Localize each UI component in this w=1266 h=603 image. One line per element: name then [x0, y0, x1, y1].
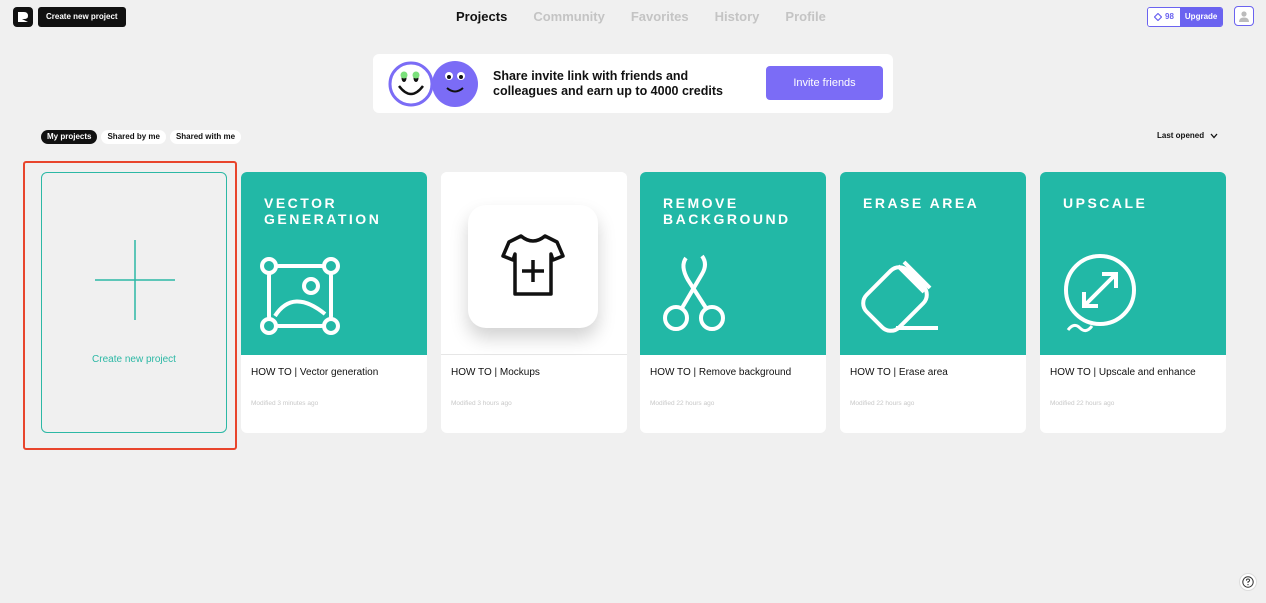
scissors-icon [663, 254, 725, 331]
avatar[interactable] [1234, 6, 1254, 26]
project-modified: Modified 22 hours ago [850, 400, 915, 407]
thumbnail-title: REMOVE BACKGROUND [663, 195, 791, 227]
main-nav: Projects Community Favorites History Pro… [456, 8, 826, 26]
diamond-icon [1154, 13, 1162, 21]
project-title: HOW TO | Vector generation [251, 367, 379, 378]
nav-history[interactable]: History [715, 8, 760, 26]
invite-friends-button[interactable]: Invite friends [766, 66, 883, 100]
smiley-faces-icon [388, 61, 478, 107]
thumbnail-title: UPSCALE [1063, 195, 1148, 211]
nav-projects[interactable]: Projects [456, 8, 507, 26]
create-project-label: Create new project [92, 354, 176, 365]
project-thumbnail: ERASE AREA [840, 172, 1026, 355]
project-modified: Modified 3 hours ago [451, 400, 512, 407]
question-icon [1242, 576, 1254, 588]
create-new-project-button[interactable]: Create new project [38, 7, 126, 27]
nav-profile[interactable]: Profile [785, 8, 825, 26]
project-modified: Modified 3 minutes ago [251, 400, 319, 407]
top-bar: Create new project Projects Community Fa… [0, 0, 1266, 34]
upgrade-button[interactable]: Upgrade [1179, 8, 1223, 26]
tshirt-plus-icon [501, 234, 565, 296]
upscale-icon [1064, 254, 1136, 333]
nav-community[interactable]: Community [533, 8, 605, 26]
help-button[interactable] [1239, 573, 1257, 591]
project-thumbnail: REMOVE BACKGROUND [640, 172, 826, 355]
image-vector-icon [260, 257, 340, 335]
project-thumbnail [441, 172, 627, 355]
project-title: HOW TO | Mockups [451, 367, 540, 378]
project-card-mockups[interactable]: HOW TO | Mockups Modified 3 hours ago [441, 172, 627, 433]
filter-shared-with-me[interactable]: Shared with me [169, 130, 242, 144]
user-icon [1239, 11, 1249, 22]
nav-favorites[interactable]: Favorites [631, 8, 689, 26]
project-thumbnail: UPSCALE [1040, 172, 1226, 355]
logo-icon[interactable] [13, 7, 33, 27]
eraser-icon [861, 260, 938, 333]
project-card-upscale[interactable]: UPSCALE HOW TO | Upscale and enhance Mod… [1040, 172, 1226, 433]
invite-banner: Share invite link with friends and colle… [373, 54, 893, 113]
project-card-vector-generation[interactable]: VECTOR GENERATION HOW TO | Vector genera… [241, 172, 427, 433]
plus-icon [95, 240, 175, 320]
project-title: HOW TO | Remove background [650, 367, 792, 378]
filter-my-projects[interactable]: My projects [41, 130, 98, 144]
project-filters: My projects Shared by me Shared with me [41, 130, 242, 144]
sort-dropdown[interactable]: Last opened [1157, 131, 1218, 140]
sort-label: Last opened [1157, 131, 1205, 140]
project-card-erase-area[interactable]: ERASE AREA HOW TO | Erase area Modified … [840, 172, 1026, 433]
project-title: HOW TO | Upscale and enhance [1050, 367, 1196, 378]
banner-text: Share invite link with friends and colle… [493, 69, 723, 98]
thumbnail-title: ERASE AREA [863, 195, 980, 211]
credits-value: 98 [1165, 12, 1174, 21]
project-modified: Modified 22 hours ago [1050, 400, 1115, 407]
filter-shared-by-me[interactable]: Shared by me [101, 130, 166, 144]
credits-count[interactable]: 98 [1148, 8, 1180, 26]
credits-widget[interactable]: 98 Upgrade [1147, 7, 1224, 27]
create-project-card[interactable]: Create new project [41, 172, 227, 433]
project-card-remove-background[interactable]: REMOVE BACKGROUND HOW TO | Remove backgr… [640, 172, 826, 433]
project-title: HOW TO | Erase area [850, 367, 948, 378]
project-modified: Modified 22 hours ago [650, 400, 715, 407]
project-thumbnail: VECTOR GENERATION [241, 172, 427, 355]
mockup-tile [468, 205, 598, 328]
chevron-down-icon [1210, 133, 1218, 138]
thumbnail-title: VECTOR GENERATION [264, 195, 382, 227]
